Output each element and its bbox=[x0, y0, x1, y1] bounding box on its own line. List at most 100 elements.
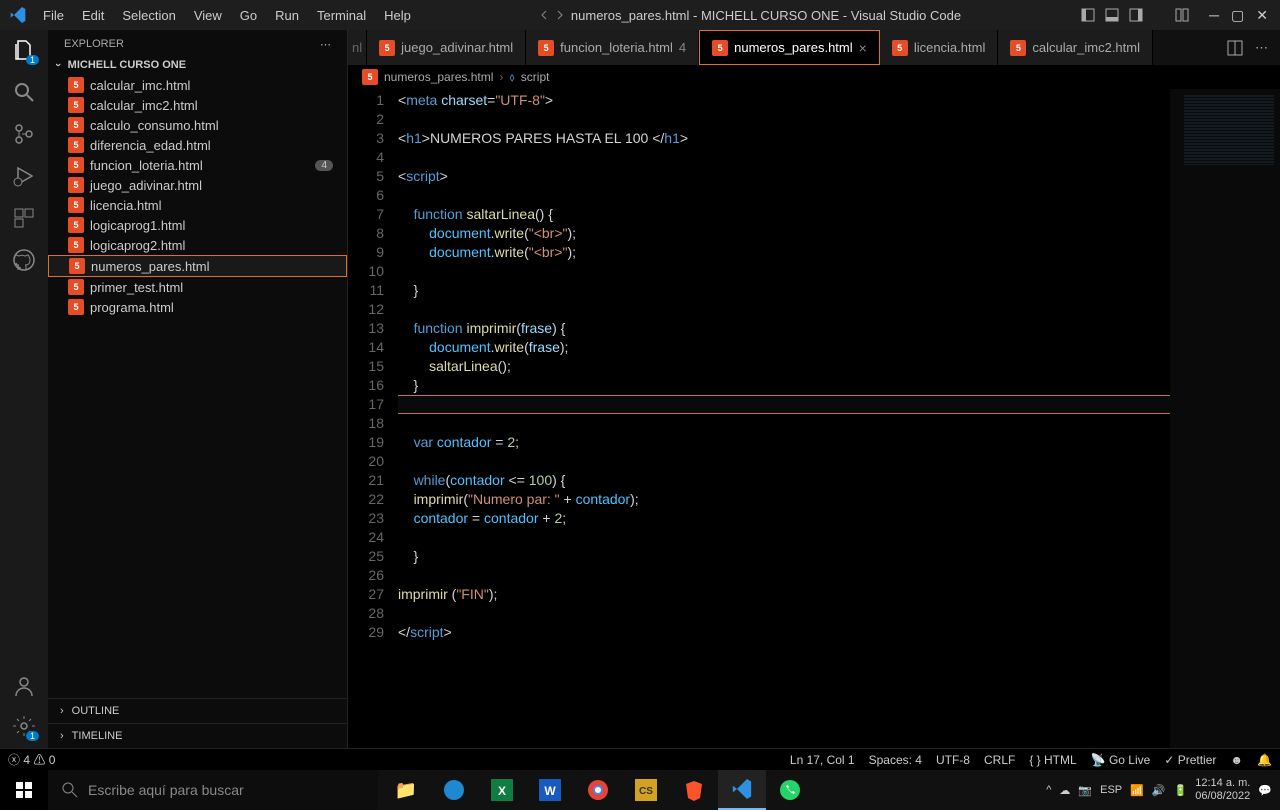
word-icon[interactable]: W bbox=[526, 770, 574, 810]
brave-icon[interactable] bbox=[670, 770, 718, 810]
tray-overflow-icon[interactable]: ^ bbox=[1046, 784, 1051, 796]
file-calcular_imc2-html[interactable]: 5calcular_imc2.html bbox=[48, 95, 347, 115]
title-bar: FileEditSelectionViewGoRunTerminalHelp n… bbox=[0, 0, 1280, 30]
file-calcular_imc-html[interactable]: 5calcular_imc.html bbox=[48, 75, 347, 95]
file-funcion_loteria-html[interactable]: 5funcion_loteria.html4 bbox=[48, 155, 347, 175]
html-file-icon: 5 bbox=[68, 97, 84, 113]
errors-count[interactable]: ⓧ 4 ⚠ 0 bbox=[8, 751, 55, 768]
tab-calcular_imc2-html[interactable]: 5calcular_imc2.html bbox=[998, 30, 1153, 65]
activity-bar: 1 1 bbox=[0, 30, 48, 748]
svg-text:CS: CS bbox=[639, 786, 653, 797]
file-diferencia_edad-html[interactable]: 5diferencia_edad.html bbox=[48, 135, 347, 155]
go-live-button[interactable]: 📡 Go Live bbox=[1091, 753, 1151, 767]
file-programa-html[interactable]: 5programa.html bbox=[48, 297, 347, 317]
arrow-right-icon[interactable] bbox=[555, 10, 565, 20]
html-file-icon: 5 bbox=[712, 40, 728, 56]
outline-section[interactable]: OUTLINE bbox=[48, 698, 347, 723]
menu-terminal[interactable]: Terminal bbox=[309, 4, 374, 27]
bell-icon[interactable]: 🔔 bbox=[1257, 753, 1272, 767]
cursor-position[interactable]: Ln 17, Col 1 bbox=[790, 753, 855, 767]
battery-icon[interactable]: 🔋 bbox=[1174, 784, 1188, 797]
file-logicaprog2-html[interactable]: 5logicaprog2.html bbox=[48, 235, 347, 255]
clock[interactable]: 12:14 a. m. 06/08/2022 bbox=[1195, 777, 1250, 803]
menu-edit[interactable]: Edit bbox=[74, 4, 112, 27]
close-button[interactable]: ✕ bbox=[1256, 7, 1268, 24]
file-numeros_pares-html[interactable]: 5numeros_pares.html bbox=[48, 255, 347, 277]
more-icon[interactable]: ⋯ bbox=[320, 38, 331, 51]
html-file-icon: 5 bbox=[379, 40, 395, 56]
maximize-button[interactable]: ▢ bbox=[1231, 7, 1244, 24]
extensions-icon[interactable] bbox=[12, 206, 36, 230]
tab-numeros_pares-html[interactable]: 5numeros_pares.html× bbox=[699, 30, 880, 65]
run-debug-icon[interactable] bbox=[12, 164, 36, 188]
minimize-button[interactable]: ─ bbox=[1209, 7, 1219, 23]
source-control-icon[interactable] bbox=[12, 122, 36, 146]
folder-section[interactable]: MICHELL CURSO ONE bbox=[48, 55, 347, 75]
tab-funcion_loteria-html[interactable]: 5funcion_loteria.html4 bbox=[526, 30, 699, 65]
close-tab-icon[interactable]: × bbox=[859, 40, 867, 56]
explorer-sidebar: EXPLORER ⋯ MICHELL CURSO ONE 5calcular_i… bbox=[48, 30, 348, 748]
breadcrumb[interactable]: 5 numeros_pares.html › ⬨ script bbox=[348, 65, 1280, 89]
html-file-icon: 5 bbox=[68, 279, 84, 295]
minimap[interactable] bbox=[1170, 89, 1280, 748]
vscode-logo-icon bbox=[0, 7, 35, 23]
cs-app-icon[interactable]: CS bbox=[622, 770, 670, 810]
symbol-icon: ⬨ bbox=[509, 70, 514, 85]
timeline-section[interactable]: TIMELINE bbox=[48, 723, 347, 748]
whatsapp-icon[interactable] bbox=[766, 770, 814, 810]
feedback-icon[interactable]: ☻ bbox=[1230, 753, 1243, 767]
file-juego_adivinar-html[interactable]: 5juego_adivinar.html bbox=[48, 175, 347, 195]
html-file-icon: 5 bbox=[892, 40, 908, 56]
menu-selection[interactable]: Selection bbox=[114, 4, 183, 27]
github-icon[interactable] bbox=[12, 248, 36, 272]
vscode-task-icon[interactable] bbox=[718, 770, 766, 810]
system-tray[interactable]: ^ ☁ 📷 ESP 📶 🔊 🔋 12:14 a. m. 06/08/2022 💬 bbox=[1046, 777, 1280, 803]
arrow-left-icon[interactable] bbox=[539, 10, 549, 20]
file-logicaprog1-html[interactable]: 5logicaprog1.html bbox=[48, 215, 347, 235]
html-file-icon: 5 bbox=[538, 40, 554, 56]
search-icon[interactable] bbox=[12, 80, 36, 104]
wifi-icon[interactable]: 📶 bbox=[1130, 784, 1144, 797]
code-editor[interactable]: 1234567891011121314151617181920212223242… bbox=[348, 89, 1280, 748]
language-status[interactable]: { } HTML bbox=[1029, 753, 1076, 767]
taskbar-search[interactable]: Escribe aquí para buscar bbox=[48, 770, 378, 810]
volume-icon[interactable]: 🔊 bbox=[1152, 784, 1166, 797]
start-button[interactable] bbox=[0, 770, 48, 810]
menu-run[interactable]: Run bbox=[267, 4, 307, 27]
html-file-icon: 5 bbox=[68, 137, 84, 153]
explorer-icon[interactable]: 1 bbox=[12, 38, 36, 62]
settings-gear-icon[interactable]: 1 bbox=[12, 714, 36, 738]
notifications-icon[interactable]: 💬 bbox=[1258, 784, 1272, 797]
file-licencia-html[interactable]: 5licencia.html bbox=[48, 195, 347, 215]
chrome-icon[interactable] bbox=[574, 770, 622, 810]
language-indicator[interactable]: ESP bbox=[1100, 784, 1122, 796]
split-editor-icon[interactable] bbox=[1227, 40, 1243, 56]
menu-view[interactable]: View bbox=[186, 4, 230, 27]
encoding-status[interactable]: UTF-8 bbox=[936, 753, 970, 767]
html-file-icon: 5 bbox=[362, 69, 378, 85]
excel-icon[interactable]: X bbox=[478, 770, 526, 810]
file-primer_test-html[interactable]: 5primer_test.html bbox=[48, 277, 347, 297]
eol-status[interactable]: CRLF bbox=[984, 753, 1015, 767]
indent-status[interactable]: Spaces: 4 bbox=[869, 753, 922, 767]
svg-text:W: W bbox=[544, 784, 556, 798]
edge-icon[interactable] bbox=[430, 770, 478, 810]
menu-go[interactable]: Go bbox=[232, 4, 265, 27]
file-explorer-icon[interactable]: 📁 bbox=[382, 770, 430, 810]
layout-controls[interactable] bbox=[1081, 8, 1209, 22]
file-calculo_consumo-html[interactable]: 5calculo_consumo.html bbox=[48, 115, 347, 135]
menu-file[interactable]: File bbox=[35, 4, 72, 27]
html-file-icon: 5 bbox=[68, 237, 84, 253]
tab-juego_adivinar-html[interactable]: 5juego_adivinar.html bbox=[367, 30, 526, 65]
onedrive-icon[interactable]: ☁ bbox=[1059, 784, 1070, 797]
tab-licencia-html[interactable]: 5licencia.html bbox=[880, 30, 999, 65]
html-file-icon: 5 bbox=[68, 217, 84, 233]
tab-more-icon[interactable]: ⋯ bbox=[1255, 40, 1268, 56]
tab-overflow[interactable]: nl bbox=[348, 30, 367, 65]
meet-now-icon[interactable]: 📷 bbox=[1078, 784, 1092, 797]
html-file-icon: 5 bbox=[68, 177, 84, 193]
prettier-status[interactable]: ✓ Prettier bbox=[1164, 753, 1216, 767]
html-file-icon: 5 bbox=[1010, 40, 1026, 56]
account-icon[interactable] bbox=[12, 674, 36, 698]
menu-help[interactable]: Help bbox=[376, 4, 419, 27]
